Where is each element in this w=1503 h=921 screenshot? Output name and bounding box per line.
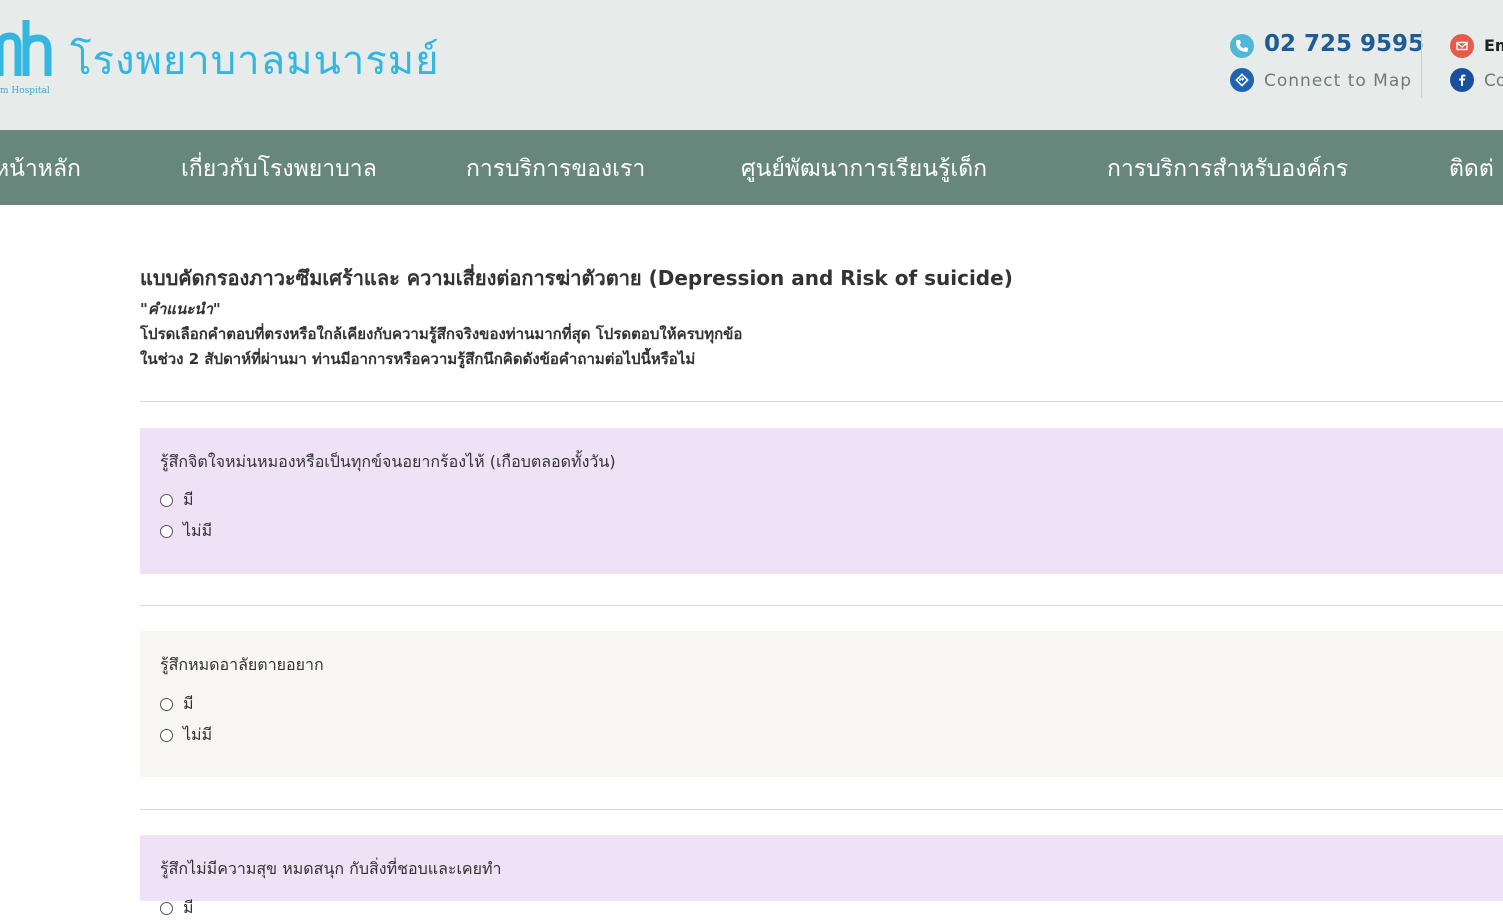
logo-wordmark[interactable]: โรงพยาบาลมนารมย์	[70, 28, 440, 92]
nav-item-about[interactable]: เกี่ยวกับโรงพยาบาล	[181, 151, 377, 187]
question-text: รู้สึกจิตใจหม่นหมองหรือเป็นทุกข์จนอยากร้…	[160, 452, 616, 471]
question-card: รู้สึกไม่มีความสุข หมดสนุก กับสิ่งที่ชอบ…	[140, 835, 1503, 917]
option-yes[interactable]: มี	[160, 488, 194, 513]
option-label: มี	[183, 490, 194, 509]
radio-button[interactable]	[160, 698, 173, 711]
option-no[interactable]: ไม่มี	[160, 723, 212, 748]
instruction-line: ในช่วง 2 สัปดาห์ที่ผ่านมา ท่านมีอาการหรื…	[140, 350, 696, 368]
divider	[140, 401, 1503, 402]
option-label: มี	[183, 694, 194, 713]
option-label: ไม่มี	[183, 725, 213, 744]
question-text: รู้สึกหมดอาลัยตายอยาก	[160, 655, 324, 674]
facebook-icon	[1450, 68, 1474, 92]
option-yes[interactable]: มี	[160, 692, 194, 717]
email-link[interactable]: Em	[1484, 36, 1503, 55]
logo-subtitle: m Hospital	[0, 86, 50, 96]
option-label: มี	[183, 898, 194, 917]
radio-button[interactable]	[160, 494, 173, 507]
page-title: แบบคัดกรองภาวะซึมเศร้าและ ความเสี่ยงต่อก…	[140, 266, 1013, 290]
question-text: รู้สึกไม่มีความสุข หมดสนุก กับสิ่งที่ชอบ…	[160, 859, 502, 878]
nav-item-home[interactable]: หน้าหลัก	[0, 151, 81, 187]
nav-item-corporate-services[interactable]: การบริการสำหรับองค์กร	[1107, 151, 1348, 187]
nav-item-services[interactable]: การบริการของเรา	[466, 151, 645, 187]
hospital-logo-icon[interactable]	[0, 16, 56, 82]
nav-item-child-learning-center[interactable]: ศูนย์พัฒนาการเรียนรู้เด็ก	[741, 151, 987, 187]
option-yes[interactable]: มี	[160, 896, 194, 921]
main-nav: หน้าหลัก เกี่ยวกับโรงพยาบาล การบริการของ…	[0, 130, 1503, 205]
question-card: รู้สึกจิตใจหม่นหมองหรือเป็นทุกข์จนอยากร้…	[140, 428, 1503, 574]
map-marker-icon	[1230, 68, 1254, 92]
email-icon	[1450, 34, 1474, 58]
nav-item-contact[interactable]: ติดต่	[1449, 151, 1494, 187]
question-card: รู้สึกหมดอาลัยตายอยาก มี ไม่มี	[140, 631, 1503, 777]
instruction-line: โปรดเลือกคำตอบที่ตรงหรือใกล้เคียงกับความ…	[140, 325, 743, 343]
radio-button[interactable]	[160, 729, 173, 742]
site-header: m Hospital โรงพยาบาลมนารมย์ 02 725 9595 …	[0, 0, 1503, 130]
instruction-heading: "คำแนะนำ"	[140, 300, 221, 318]
phone-icon	[1230, 34, 1254, 58]
radio-button[interactable]	[160, 525, 173, 538]
divider	[140, 809, 1503, 810]
connect-to-map-link[interactable]: Connect to Map	[1264, 71, 1412, 91]
option-label: ไม่มี	[183, 521, 213, 540]
divider	[140, 605, 1503, 606]
option-no[interactable]: ไม่มี	[160, 519, 212, 544]
radio-button[interactable]	[160, 902, 173, 915]
facebook-link[interactable]: Co	[1484, 71, 1503, 91]
phone-number[interactable]: 02 725 9595	[1264, 31, 1424, 57]
header-divider	[1421, 30, 1422, 98]
